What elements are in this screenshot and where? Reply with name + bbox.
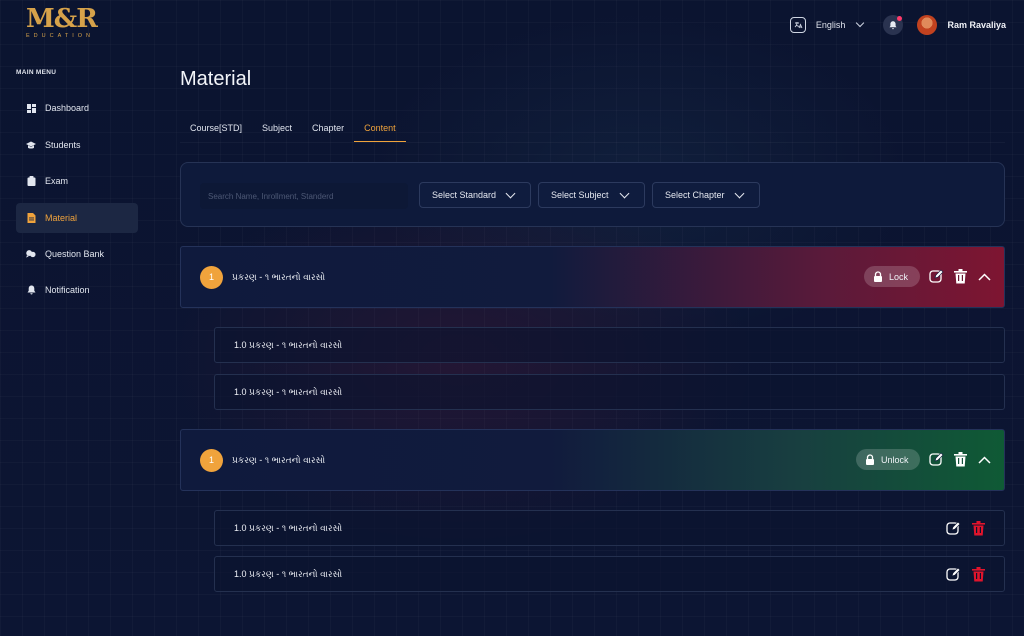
chevron-down-icon: [505, 188, 516, 199]
chapter-actions: Lock: [864, 266, 992, 287]
edit-icon[interactable]: [945, 520, 961, 536]
chevron-up-icon[interactable]: [976, 269, 992, 285]
graduation-cap-icon: [26, 140, 36, 150]
sidebar-item-label: Notification: [45, 285, 90, 295]
chapter-actions: Unlock: [856, 449, 992, 470]
logo-main-text: M&R: [26, 4, 98, 34]
chevron-up-icon[interactable]: [976, 452, 992, 468]
sidebar-item-exam[interactable]: Exam: [16, 166, 138, 196]
select-subject-dropdown[interactable]: Select Subject: [538, 182, 645, 208]
notification-dot: [897, 16, 903, 21]
dashboard-icon: [26, 103, 36, 113]
chevron-down-icon: [734, 188, 745, 199]
chevron-down-icon[interactable]: [856, 18, 865, 28]
bell-icon: [26, 285, 36, 295]
select-subject-label: Select Subject: [551, 190, 609, 200]
username[interactable]: Ram Ravaliya: [947, 20, 1006, 30]
main-menu-title: MAIN MENU: [16, 69, 57, 76]
app-root: M&R EDUCATION English Ram Ravaliya MAIN …: [0, 0, 1024, 636]
content-row[interactable]: 1.0 પ્રકરણ - ૧ ભારતનો વારસો: [214, 510, 1005, 546]
delete-icon[interactable]: [952, 452, 968, 468]
sidebar-item-students[interactable]: Students: [16, 130, 138, 160]
page-title: Material: [180, 68, 252, 90]
language-selector-label[interactable]: English: [816, 20, 846, 30]
tab-content[interactable]: Content: [354, 118, 406, 142]
delete-icon[interactable]: [970, 520, 986, 536]
edit-icon[interactable]: [928, 452, 944, 468]
edit-icon[interactable]: [928, 269, 944, 285]
content-row-label: 1.0 પ્રકરણ - ૧ ભારતનો વારસો: [234, 568, 343, 579]
select-chapter-dropdown[interactable]: Select Chapter: [652, 182, 760, 208]
chapter-card-locked[interactable]: 1 પ્રકરણ - ૧ ભારતનો વારસો Lock: [180, 246, 1005, 308]
edit-icon[interactable]: [945, 566, 961, 582]
content-row[interactable]: 1.0 પ્રકરણ - ૧ ભારતનો વારસો: [214, 556, 1005, 592]
chapter-number-badge: 1: [200, 448, 223, 472]
row-actions: [945, 566, 986, 582]
translate-icon[interactable]: [789, 17, 806, 33]
lock-label: Lock: [889, 271, 909, 282]
sidebar-item-label: Question Bank: [45, 249, 105, 259]
content-row[interactable]: 1.0 પ્રકરણ - ૧ ભારતનો વારસો: [214, 374, 1005, 410]
sidebar-item-notification[interactable]: Notification: [16, 275, 138, 305]
tabs-divider: [180, 142, 1005, 143]
sidebar-item-question-bank[interactable]: Question Bank: [16, 239, 138, 269]
content-row-label: 1.0 પ્રકરણ - ૧ ભારતનો વારસો: [234, 522, 343, 533]
tab-subject[interactable]: Subject: [252, 118, 302, 142]
chevron-down-icon: [619, 188, 630, 199]
sidebar-item-dashboard[interactable]: Dashboard: [16, 93, 138, 123]
lock-icon: [874, 271, 882, 282]
chapter-number-badge: 1: [200, 265, 223, 289]
logo-sub-text: EDUCATION: [26, 33, 94, 39]
chapter-card-unlocked[interactable]: 1 પ્રકરણ - ૧ ભારતનો વારસો Unlock: [180, 429, 1005, 491]
sidebar-item-label: Material: [45, 213, 78, 223]
document-icon: [26, 213, 36, 223]
content-row-label: 1.0 પ્રકરણ - ૧ ભારતનો વારસો: [234, 339, 343, 350]
filter-panel: Select Standard Select Subject Select Ch…: [180, 162, 1005, 227]
tab-chapter[interactable]: Chapter: [302, 118, 354, 142]
unlock-icon: [866, 454, 874, 465]
row-actions: [945, 520, 986, 536]
content-row[interactable]: 1.0 પ્રકરણ - ૧ ભારતનો વારસો: [214, 327, 1005, 363]
sidebar-item-material[interactable]: Material: [16, 203, 138, 233]
brand-logo[interactable]: M&R EDUCATION: [26, 6, 104, 42]
bell-icon: [889, 21, 897, 30]
avatar[interactable]: [917, 15, 938, 35]
clipboard-icon: [26, 176, 36, 186]
content-row-label: 1.0 પ્રકરણ - ૧ ભારતનો વારસો: [234, 386, 343, 397]
unlock-label: Unlock: [881, 454, 909, 465]
unlock-toggle-button[interactable]: Unlock: [856, 449, 920, 470]
notifications-button[interactable]: [883, 15, 904, 35]
topbar-user-area: English Ram Ravaliya: [789, 12, 1006, 38]
sidebar-item-label: Dashboard: [45, 103, 90, 113]
chapter-title: પ્રકરણ - ૧ ભારતનો વારસો: [232, 271, 326, 282]
chapter-title: પ્રકરણ - ૧ ભારતનો વારસો: [232, 454, 326, 465]
select-chapter-label: Select Chapter: [665, 190, 725, 200]
sidebar-item-label: Students: [45, 140, 81, 150]
delete-icon[interactable]: [952, 269, 968, 285]
search-input[interactable]: [200, 183, 408, 209]
lock-toggle-button[interactable]: Lock: [864, 266, 920, 287]
sidebar-item-label: Exam: [45, 176, 69, 186]
select-standard-label: Select Standard: [432, 190, 497, 200]
chat-bubbles-icon: [26, 249, 36, 259]
delete-icon[interactable]: [970, 566, 986, 582]
tab-course-std[interactable]: Course[STD]: [180, 118, 252, 142]
tab-bar: Course[STD] Subject Chapter Content: [180, 118, 406, 142]
select-standard-dropdown[interactable]: Select Standard: [419, 182, 531, 208]
